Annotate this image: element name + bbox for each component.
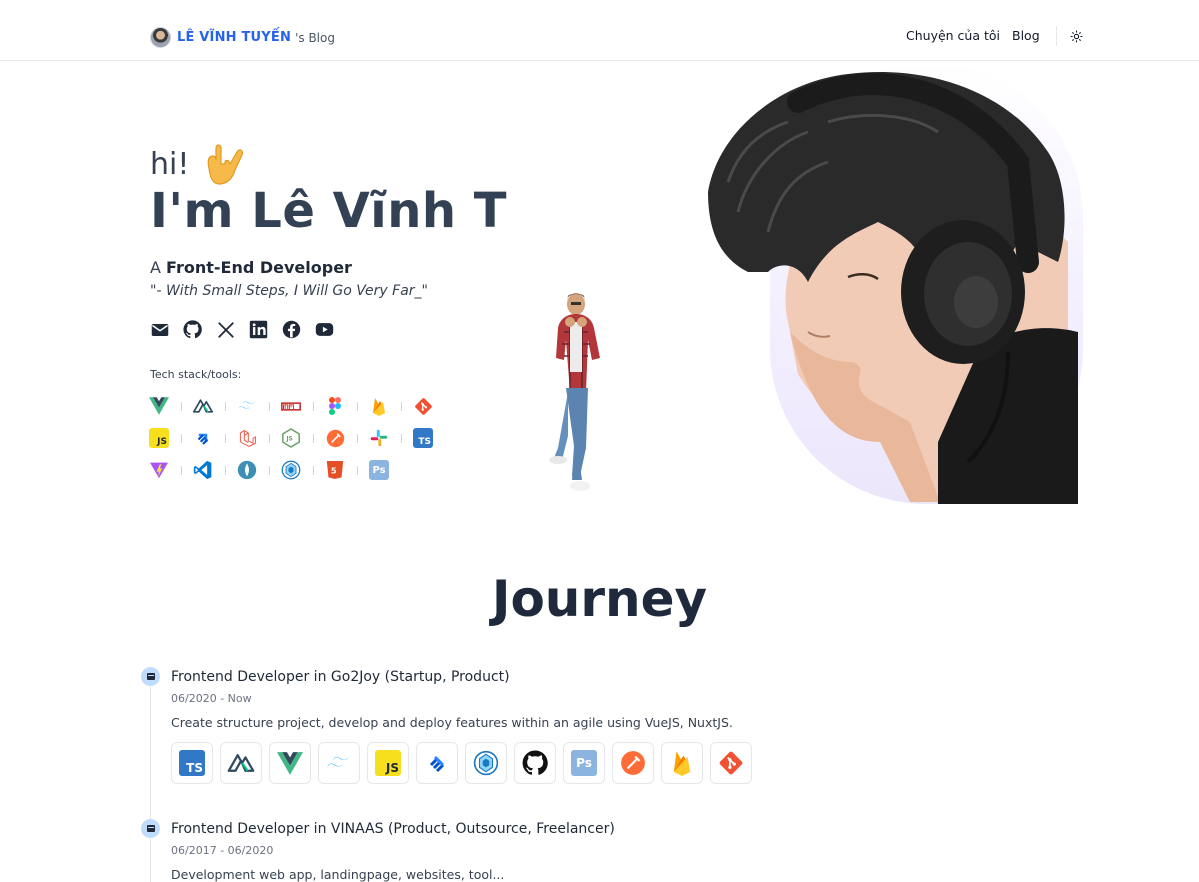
svg-text:5: 5 [331,465,337,475]
svg-text:JS: JS [286,436,293,442]
slack-icon [369,428,389,448]
youtube-icon[interactable] [315,320,334,339]
github-icon [514,742,556,784]
tech-stack-grid: JS JS TS 5 Ps [149,390,459,486]
jira-icon [193,428,213,448]
timeline-briefcase-icon [141,819,160,838]
html5-icon: 5 [325,460,345,480]
x-icon[interactable] [216,320,235,339]
brand-suffix: 's Blog [295,30,335,45]
nav-item-my-story[interactable]: Chuyện của tôi [906,28,1000,43]
typescript-icon: TS [413,428,433,448]
role-prefix: A [150,258,161,277]
brand-avatar [150,27,171,48]
postman-icon [325,428,345,448]
javascript-icon: JS [367,742,409,784]
theme-toggle-button[interactable] [1068,28,1084,44]
tech-stack-row: 5 Ps [149,454,459,486]
github-icon[interactable] [183,320,202,339]
typescript-icon: TS [171,742,213,784]
brand-link[interactable]: LÊ VĨNH TUYẾN 's Blog [150,27,335,48]
vite-icon [149,460,169,480]
facebook-icon[interactable] [282,320,301,339]
vue-icon [149,396,169,416]
tech-stack-label: Tech stack/tools: [150,368,242,381]
hero-quote: "- With Small Steps, I Will Go Very Far_… [150,283,428,299]
vscode-icon [193,460,213,480]
firebase-icon [369,396,389,416]
tech-stack-row: JS JS TS [149,422,459,454]
job-date: 06/2017 - 06/2020 [171,844,274,857]
timeline-line [150,676,151,882]
tailwind-icon [237,396,257,416]
nuxt-icon [220,742,262,784]
timeline-briefcase-icon [141,667,160,686]
tech-stack-row [149,390,459,422]
webpack-icon [465,742,507,784]
linkedin-icon[interactable] [249,320,268,339]
git-icon [710,742,752,784]
nuxt-icon [193,396,213,416]
npm-icon [281,396,301,416]
job-title: Frontend Developer in VINAAS (Product, O… [171,821,615,837]
character-figure-image [549,293,600,491]
site-header: LÊ VĨNH TUYẾN 's Blog Chuyện của tôi Blo… [0,0,1199,61]
hero-role: A Front-End Developer [150,258,352,277]
mail-icon[interactable] [150,320,169,339]
laravel-icon [237,428,257,448]
job-title: Frontend Developer in Go2Joy (Startup, P… [171,669,510,685]
javascript-icon: JS [149,428,169,448]
photoshop-icon: Ps [563,742,605,784]
portrait-illustration-image [708,72,1078,504]
hero-headline: I'm Lê Vĩnh T [150,183,508,239]
job-tech-icons: TS JS Ps [171,742,752,784]
photoshop-icon: Ps [369,460,389,480]
sun-icon [1070,30,1082,42]
greeting-text: hi! [150,146,190,182]
nav-divider [1056,26,1057,46]
role-title: Front-End Developer [166,258,352,277]
webpack-icon [281,460,301,480]
job-date: 06/2020 - Now [171,692,252,705]
jira-icon [416,742,458,784]
tailwind-icon [318,742,360,784]
brand-name: LÊ VĨNH TUYẾN [177,30,292,45]
job-description: Create structure project, develop and de… [171,715,733,730]
firebase-icon [661,742,703,784]
nodejs-icon: JS [281,428,301,448]
nav-item-blog[interactable]: Blog [1012,28,1040,43]
job-description: Development web app, landingpage, websit… [171,867,505,882]
figma-icon [325,396,345,416]
social-links [150,320,334,339]
mongodb-icon [237,460,257,480]
journey-title: Journey [491,570,708,628]
vue-icon [269,742,311,784]
git-icon [413,396,433,416]
postman-icon [612,742,654,784]
